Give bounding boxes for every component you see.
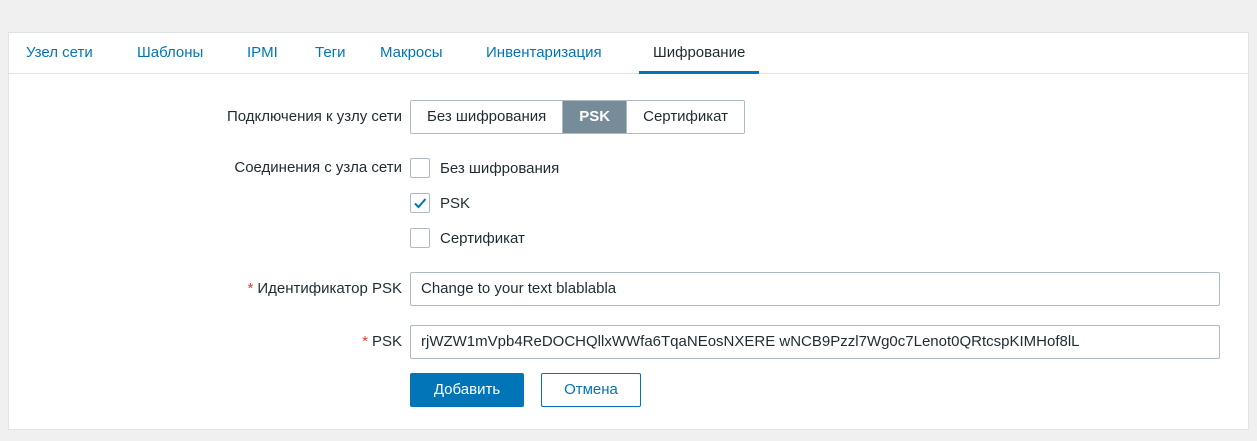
checkmark-icon	[414, 198, 427, 209]
connections-to-host-segmented: Без шифрования PSK Сертификат	[410, 100, 746, 134]
tab-bar: Узел сети Шаблоны IPMI Теги Макросы Инве…	[9, 33, 1248, 74]
psk-identity-label: * Идентификатор PSK	[248, 280, 402, 297]
tab-ipmi[interactable]: IPMI	[247, 33, 278, 73]
tab-templates[interactable]: Шаблоны	[137, 33, 203, 73]
checkbox-certificate-label: Сертификат	[440, 229, 525, 247]
tab-tags[interactable]: Теги	[315, 33, 346, 73]
connections-to-host-label: Подключения к узлу сети	[226, 108, 402, 125]
segment-certificate[interactable]: Сертификат	[626, 101, 745, 133]
tab-inventory[interactable]: Инвентаризация	[486, 33, 602, 73]
tab-encryption[interactable]: Шифрование	[638, 33, 760, 74]
psk-input[interactable]: rjWZW1mVpb4ReDOCHQllxWWfa6TqaNEosNXERE w…	[410, 325, 1220, 359]
segment-psk[interactable]: PSK	[562, 101, 627, 133]
checkbox-psk-label: PSK	[440, 194, 471, 212]
segment-no-encryption[interactable]: Без шифрования	[411, 101, 563, 133]
checkbox-no-encryption[interactable]	[410, 158, 430, 178]
host-form-panel: Узел сети Шаблоны IPMI Теги Макросы Инве…	[8, 32, 1249, 430]
add-button[interactable]: Добавить	[410, 373, 524, 407]
checkbox-row-psk: PSK	[410, 191, 470, 215]
required-mark: *	[362, 333, 368, 350]
required-mark: *	[247, 280, 254, 297]
checkbox-psk[interactable]	[410, 193, 430, 213]
psk-identity-label-text: Идентификатор PSK	[257, 280, 402, 297]
tab-macros[interactable]: Макросы	[380, 33, 443, 73]
connections-from-host-label: Соединения с узла сети	[234, 159, 402, 176]
psk-label-text: PSK	[371, 333, 402, 350]
checkbox-certificate[interactable]	[410, 228, 430, 248]
psk-label: * PSK	[362, 333, 402, 350]
tab-host[interactable]: Узел сети	[26, 33, 93, 73]
checkbox-row-certificate: Сертификат	[410, 226, 525, 250]
cancel-button[interactable]: Отмена	[541, 373, 641, 407]
psk-identity-input[interactable]: Change to your text blablabla	[410, 272, 1220, 306]
checkbox-row-no-encryption: Без шифрования	[410, 156, 559, 180]
checkbox-no-encryption-label: Без шифрования	[440, 159, 560, 177]
